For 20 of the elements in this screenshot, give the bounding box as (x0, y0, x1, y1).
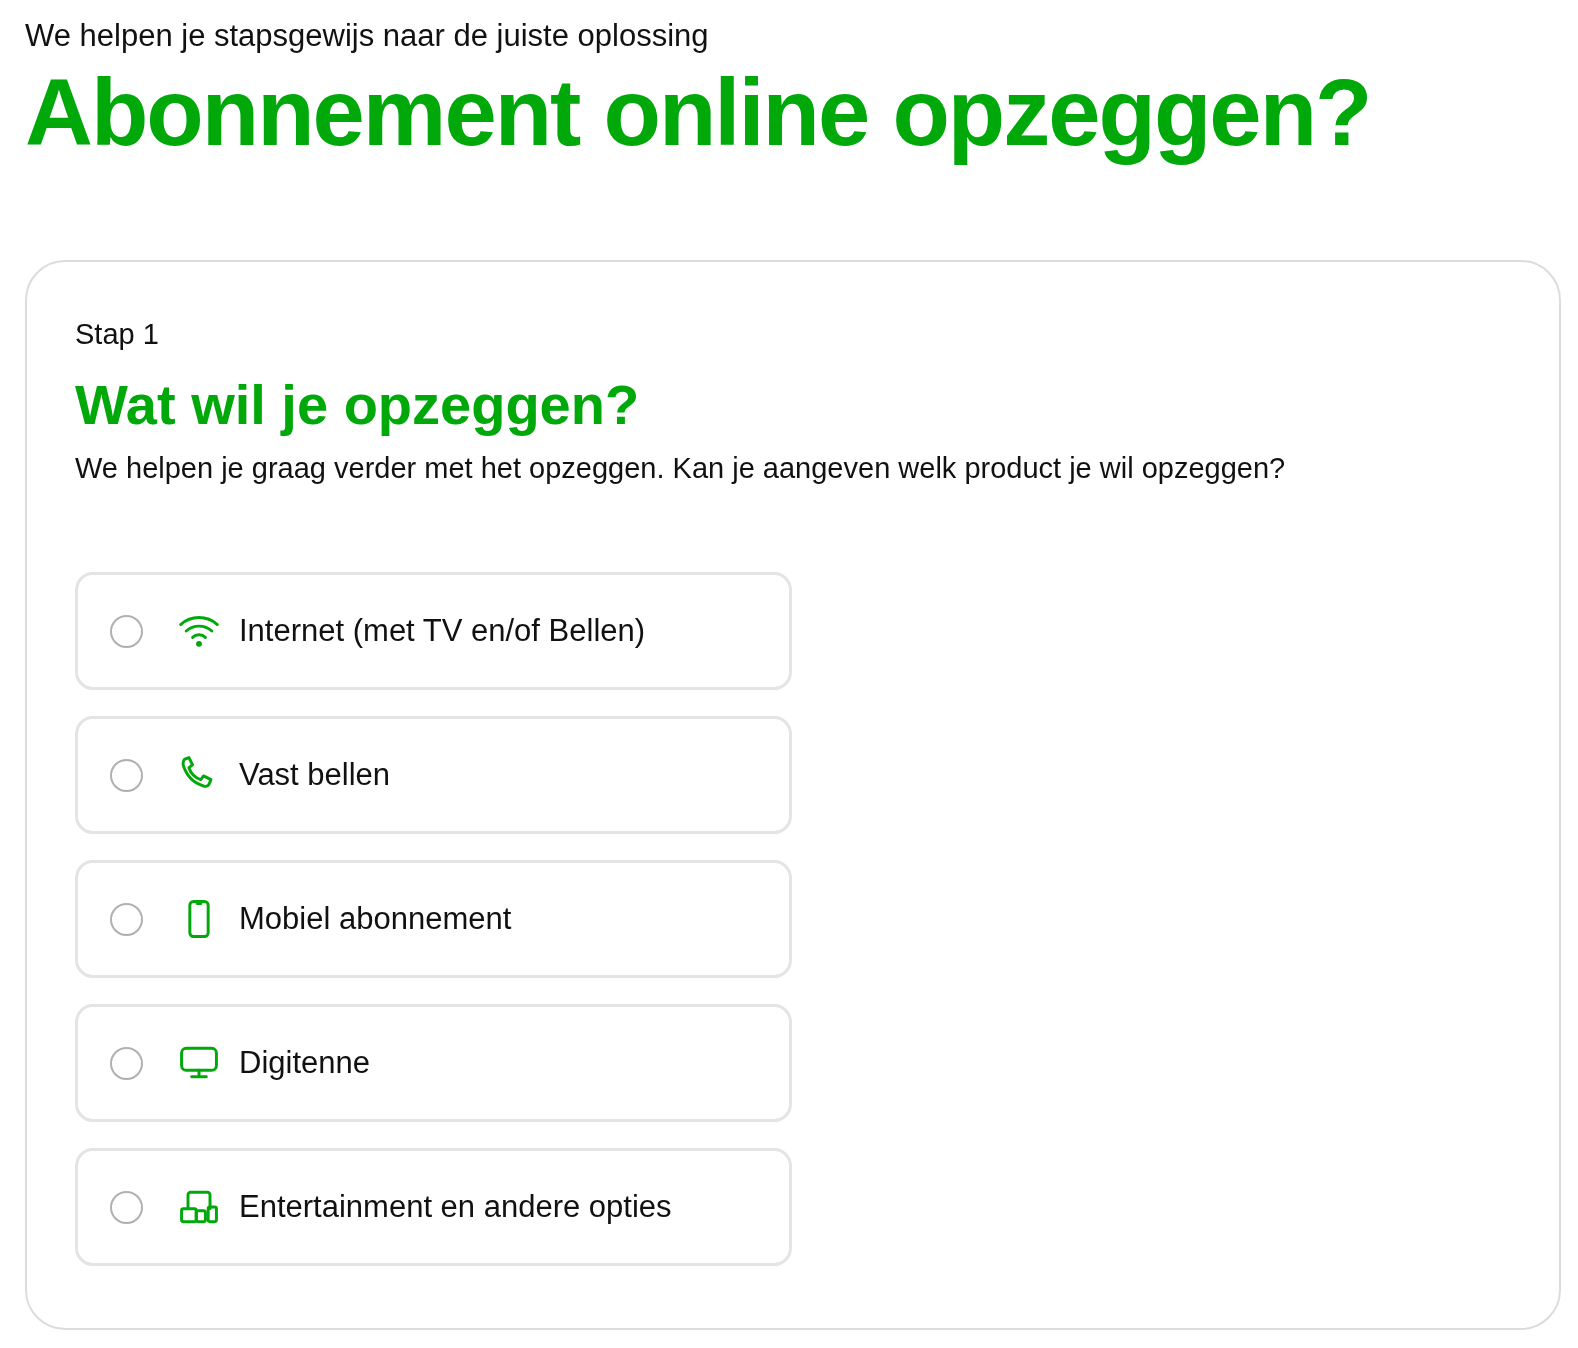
radio-button[interactable] (110, 1046, 143, 1080)
radio-button[interactable] (110, 758, 143, 792)
product-option[interactable]: Internet (met TV en/of Bellen) (75, 572, 792, 690)
page-title: Abonnement online opzeggen? (25, 59, 1372, 167)
product-option[interactable]: Vast bellen (75, 716, 792, 834)
radio-button[interactable] (110, 902, 143, 936)
product-option[interactable]: Mobiel abonnement (75, 860, 792, 978)
option-label: Internet (met TV en/of Bellen) (239, 611, 646, 650)
product-option[interactable]: Entertainment en andere opties (75, 1148, 792, 1266)
option-label: Digitenne (239, 1043, 370, 1082)
step-description: We helpen je graag verder met het opzeggen. Kan je aangeven welk product je wil opzeggen? (75, 451, 1287, 486)
option-label: Entertainment en andere opties (239, 1187, 672, 1226)
option-label: Vast bellen (239, 755, 391, 794)
option-label: Mobiel abonnement (239, 899, 512, 938)
intro-text: We helpen je stapsgewijs naar de juiste oplossing (25, 17, 710, 55)
radio-button[interactable] (110, 614, 143, 648)
step-label: Stap 1 (75, 317, 160, 352)
product-option[interactable]: Digitenne (75, 1004, 792, 1122)
radio-button[interactable] (110, 1190, 143, 1224)
step-heading: Wat wil je opzeggen? (75, 372, 641, 438)
